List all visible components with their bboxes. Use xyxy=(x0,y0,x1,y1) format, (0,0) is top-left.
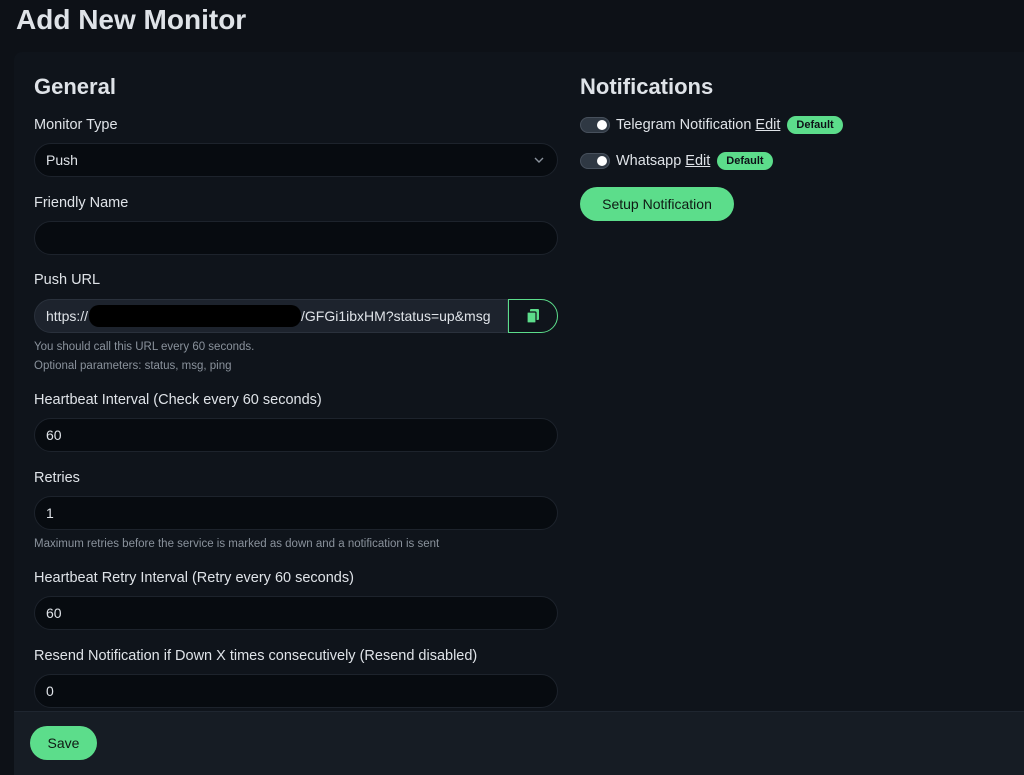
push-url-help-line2: Optional parameters: status, msg, ping xyxy=(34,360,232,372)
notification-item-telegram: Telegram Notification Edit Default xyxy=(580,114,843,136)
telegram-default-badge: Default xyxy=(787,116,843,134)
telegram-edit-link[interactable]: Edit xyxy=(755,117,780,133)
push-url-input[interactable]: https:// /GFGi1ibxHM?status=up&msg xyxy=(34,299,508,333)
telegram-toggle[interactable] xyxy=(580,117,610,133)
push-url-label: Push URL xyxy=(34,272,101,288)
footer-bar xyxy=(14,711,1024,775)
chevron-down-icon xyxy=(534,157,544,163)
push-url-help-line1: You should call this URL every 60 second… xyxy=(34,341,255,353)
general-heading: General xyxy=(34,74,116,99)
retries-help: Maximum retries before the service is ma… xyxy=(34,538,440,550)
page: Add New Monitor General Monitor Type Pus… xyxy=(0,0,1024,775)
heartbeat-interval-label: Heartbeat Interval (Check every 60 secon… xyxy=(34,392,322,408)
monitor-type-select[interactable]: Push xyxy=(34,143,558,177)
push-url-suffix: /GFGi1ibxHM?status=up&msg xyxy=(301,308,491,324)
redaction-bar xyxy=(89,305,302,327)
whatsapp-edit-link[interactable]: Edit xyxy=(685,153,710,169)
monitor-type-value: Push xyxy=(46,152,78,168)
retry-interval-input[interactable]: 60 xyxy=(34,596,558,630)
whatsapp-toggle[interactable] xyxy=(580,153,610,169)
page-title: Add New Monitor xyxy=(16,4,247,35)
resend-input[interactable]: 0 xyxy=(34,674,558,708)
whatsapp-default-badge: Default xyxy=(717,152,773,170)
retries-input[interactable]: 1 xyxy=(34,496,558,530)
whatsapp-name: Whatsapp xyxy=(616,153,682,169)
push-url-group: https:// /GFGi1ibxHM?status=up&msg xyxy=(34,299,558,333)
retry-interval-label: Heartbeat Retry Interval (Retry every 60… xyxy=(34,570,354,586)
friendly-name-input[interactable] xyxy=(34,221,558,255)
resend-label: Resend Notification if Down X times cons… xyxy=(34,648,478,664)
push-url-prefix: https:// xyxy=(46,308,89,324)
notification-item-whatsapp: Whatsapp Edit Default xyxy=(580,150,773,172)
monitor-type-label: Monitor Type xyxy=(34,117,118,133)
copy-url-button[interactable] xyxy=(508,299,558,333)
setup-notification-button[interactable]: Setup Notification xyxy=(580,187,734,221)
heartbeat-interval-input[interactable]: 60 xyxy=(34,418,558,452)
telegram-name: Telegram Notification xyxy=(616,117,752,133)
retries-label: Retries xyxy=(34,470,80,486)
copy-icon xyxy=(526,309,539,324)
push-url-help: You should call this URL every 60 second… xyxy=(34,338,254,376)
save-button[interactable]: Save xyxy=(30,726,97,760)
friendly-name-label: Friendly Name xyxy=(34,195,129,211)
notifications-heading: Notifications xyxy=(580,74,714,99)
